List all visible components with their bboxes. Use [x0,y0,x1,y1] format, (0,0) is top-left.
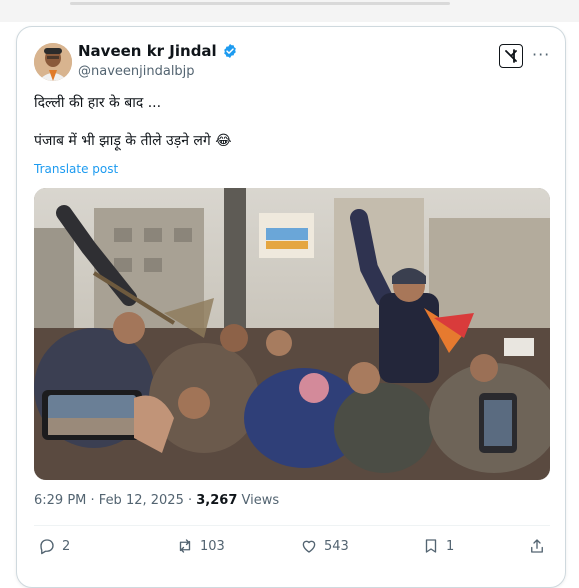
views-label: Views [241,493,280,508]
tweet-actions-bar: 2 103 543 1 [34,537,550,559]
author-name[interactable]: Naveen kr Jindal [78,42,217,60]
share-button[interactable] [528,537,546,555]
tweet-text-line-2: पंजाब में भी झाड़ू के तीले उड़ने लगे 😂 [34,133,232,149]
tweet-text-line-1: दिल्ली की हार के बाद ... [34,95,162,111]
like-count: 543 [324,538,349,554]
heart-icon [302,540,316,553]
tweet-card[interactable]: Naveen kr Jindal @naveenjindalbjp ··· दि… [16,26,566,588]
tweet-time[interactable]: 6:29 PM [34,493,86,508]
bookmark-count: 1 [446,538,455,554]
share-icon [531,539,543,553]
reply-count: 2 [62,538,71,554]
repost-count: 103 [200,538,225,554]
tweet-media-image[interactable] [34,188,550,480]
avatar[interactable] [34,43,72,81]
divider [34,525,550,526]
author-handle[interactable]: @naveenjindalbjp [78,64,195,79]
bookmark-icon [425,539,437,553]
tweet-text: दिल्ली की हार के बाद ... पंजाब में भी झा… [34,93,232,151]
reply-button[interactable]: 2 [38,537,70,555]
views-count: 3,267 [196,493,238,508]
author-name-row[interactable]: Naveen kr Jindal [78,42,238,60]
tweet-date[interactable]: Feb 12, 2025 [99,493,184,508]
reply-icon [40,539,54,555]
more-icon[interactable]: ··· [532,45,550,64]
verified-badge-icon [223,44,236,58]
meta-separator: · [90,493,99,508]
repost-button[interactable]: 103 [176,537,225,555]
bookmark-button[interactable]: 1 [422,537,454,555]
repost-icon [179,539,191,553]
tweet-meta: 6:29 PM · Feb 12, 2025 · 3,267 Views [34,493,279,508]
grok-icon[interactable] [499,44,523,68]
meta-separator: · [187,493,197,508]
top-strip [0,0,579,22]
like-button[interactable]: 543 [300,537,349,555]
translate-post-link[interactable]: Translate post [34,162,118,176]
